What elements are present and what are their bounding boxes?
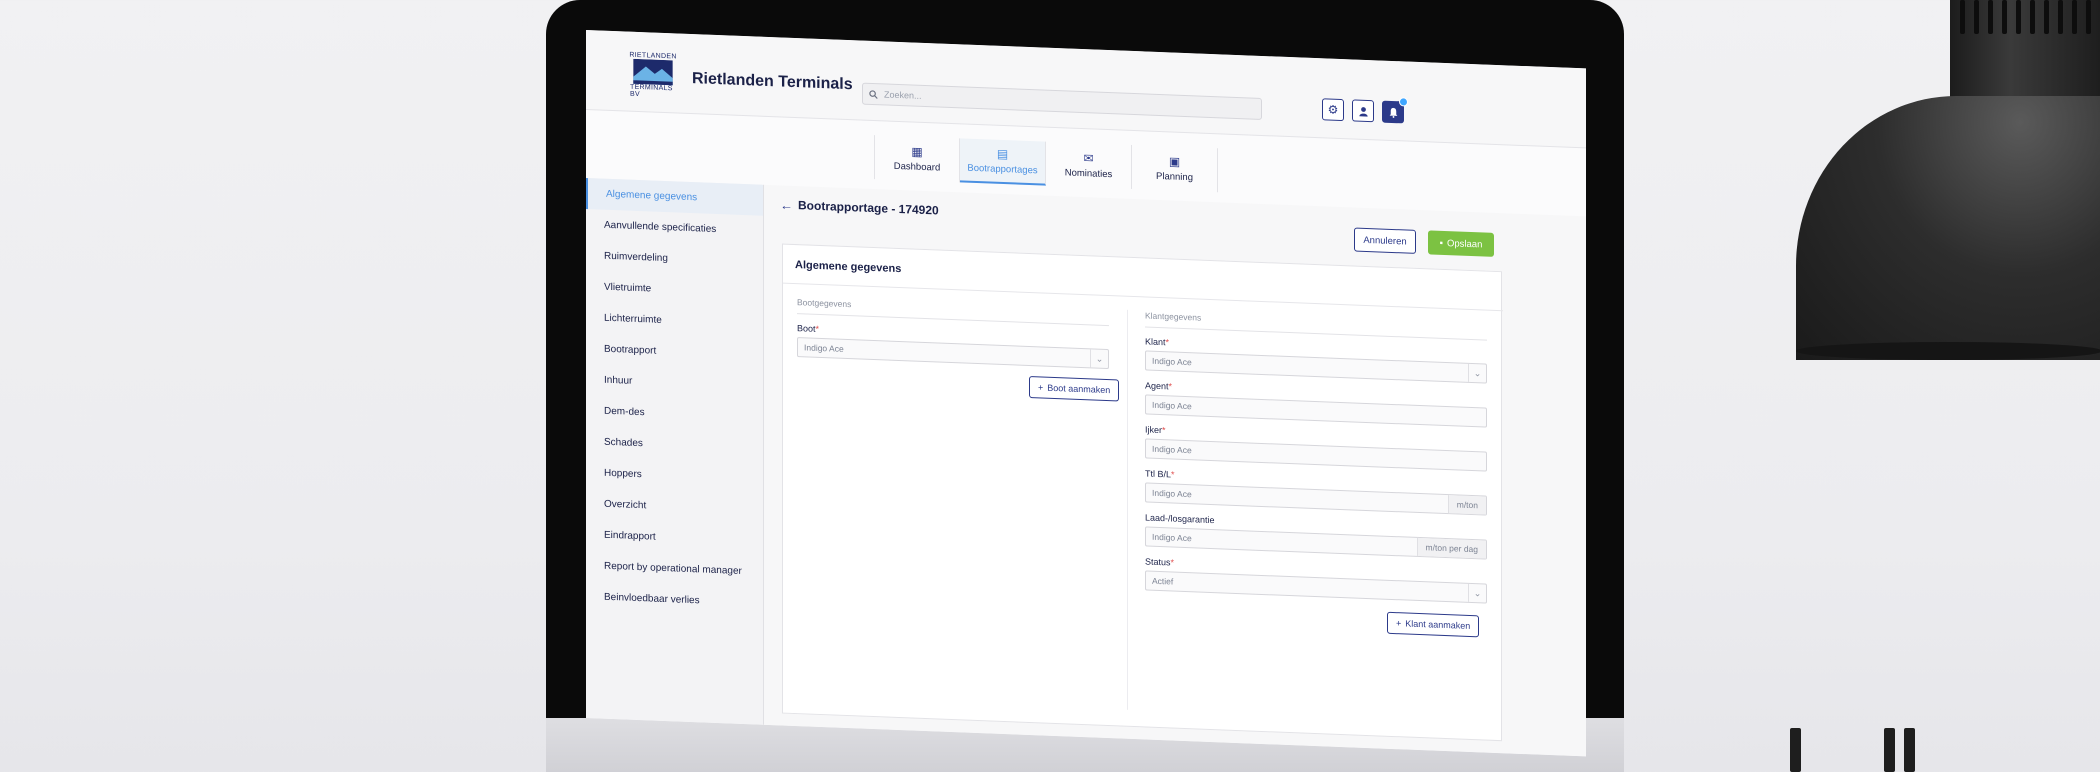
chevron-down-icon: ⌄ [1468, 363, 1486, 383]
divider [797, 313, 1109, 327]
user-icon [1358, 106, 1368, 117]
field-label-laad-losgarantie: Laad-/losgarantie [1145, 512, 1215, 525]
ttl-bl-input[interactable]: Indigo Ace m/ton [1145, 482, 1487, 516]
select-value: Actief [1152, 575, 1174, 587]
required-marker: * [1170, 557, 1175, 568]
required-marker: * [815, 323, 820, 334]
laad-losgarantie-input[interactable]: Indigo Ace m/ton per dag [1145, 526, 1487, 560]
floppy-disk-icon: ▪ [1439, 237, 1443, 249]
app-title: Rietlanden Terminals [692, 70, 853, 94]
pen [1790, 728, 1801, 772]
field-label-agent: Agent* [1145, 380, 1172, 391]
select-value: Indigo Ace [1152, 355, 1192, 368]
logo-mountain-icon [633, 58, 673, 86]
create-boat-button[interactable]: + Boot aanmaken [1029, 376, 1120, 402]
cancel-button[interactable]: Annuleren [1354, 227, 1416, 254]
main-tabs: ▦ Dashboard ▤ Bootrapportages ✉ Nominati… [874, 135, 1218, 193]
input-value: Indigo Ace [1152, 531, 1192, 544]
envelope-icon: ✉ [1083, 151, 1094, 166]
label-text: Klant [1145, 336, 1166, 348]
tab-bootrapportages[interactable]: ▤ Bootrapportages [960, 138, 1046, 186]
search-placeholder: Zoeken... [884, 89, 922, 101]
required-marker: * [1165, 337, 1170, 348]
tab-label: Bootrapportages [967, 162, 1038, 177]
required-marker: * [1162, 425, 1166, 436]
lamp-vents [1954, 0, 2100, 40]
tab-label: Nominaties [1064, 167, 1113, 181]
plus-icon: + [1396, 618, 1402, 629]
document-icon: ▤ [996, 146, 1009, 162]
pen [1884, 728, 1895, 772]
divider [783, 282, 1503, 312]
gear-icon: ⚙ [1327, 102, 1339, 117]
field-label-ijker: Ijker* [1145, 424, 1166, 435]
status-select[interactable]: Actief ⌄ [1145, 570, 1487, 604]
monitor: RIETLANDEN TERMINALS BV Rietlanden Termi… [546, 0, 1624, 772]
field-label-ttl-bl: Ttl B/L* [1145, 468, 1175, 479]
tab-label: Planning [1156, 170, 1193, 184]
label-text: Status [1145, 556, 1171, 568]
input-value: Indigo Ace [1152, 487, 1192, 500]
lamp-shade [1796, 96, 2100, 360]
button-label: Klant aanmaken [1405, 618, 1471, 631]
back-arrow-icon[interactable]: ← [780, 197, 793, 212]
bell-icon [1389, 107, 1397, 118]
unit-suffix: m/ton per dag [1416, 537, 1486, 559]
card-title: Algemene gegevens [795, 259, 902, 276]
chevron-down-icon: ⌄ [1090, 349, 1108, 369]
lamp-rim [1796, 342, 2100, 360]
label-text: Laad-/losgarantie [1145, 512, 1215, 526]
tab-nominaties[interactable]: ✉ Nominaties [1046, 141, 1132, 189]
profile-button[interactable] [1352, 99, 1374, 123]
tab-dashboard[interactable]: ▦ Dashboard [874, 135, 960, 183]
main-content: ← Bootrapportage - 174920 Annuleren ▪ Op… [764, 184, 1586, 757]
company-logo[interactable]: RIETLANDEN TERMINALS BV [629, 52, 676, 100]
settings-button[interactable]: ⚙ [1322, 98, 1344, 122]
tab-label: Dashboard [893, 160, 941, 174]
input-value: Indigo Ace [1152, 443, 1192, 456]
label-text: Ttl B/L [1145, 468, 1172, 480]
notifications-button[interactable] [1382, 97, 1408, 124]
required-marker: * [1168, 381, 1173, 392]
general-info-card: Algemene gegevens Bootgegevens Boot* Ind… [782, 243, 1503, 742]
unit-suffix: m/ton [1447, 495, 1486, 515]
chevron-down-icon: ⌄ [1468, 583, 1486, 603]
plus-icon: + [1038, 382, 1044, 393]
input-value: Indigo Ace [1152, 399, 1192, 412]
button-label: Boot aanmaken [1047, 382, 1111, 396]
field-label-boot: Boot* [797, 323, 819, 334]
klant-select[interactable]: Indigo Ace ⌄ [1145, 350, 1487, 384]
screen: RIETLANDEN TERMINALS BV Rietlanden Termi… [586, 30, 1586, 757]
section-label-klantgegevens: Klantgegevens [1145, 310, 1202, 323]
grid-icon: ▦ [911, 144, 923, 159]
section-label-bootgegevens: Bootgegevens [797, 297, 852, 310]
agent-input[interactable]: Indigo Ace [1145, 394, 1487, 428]
divider [1145, 326, 1487, 341]
logo-text: TERMINALS BV [630, 83, 673, 99]
pen [1904, 728, 1915, 772]
boot-select[interactable]: Indigo Ace ⌄ [797, 337, 1109, 370]
notification-badge [1399, 97, 1408, 107]
save-button[interactable]: ▪ Opslaan [1428, 230, 1494, 257]
sidebar: Algemene gegevens Aanvullende specificat… [586, 178, 764, 725]
label-text: Ijker [1145, 424, 1163, 436]
create-client-button[interactable]: + Klant aanmaken [1387, 611, 1480, 638]
save-label: Opslaan [1446, 237, 1483, 250]
ijker-input[interactable]: Indigo Ace [1145, 438, 1487, 472]
sidebar-item-beinvloedbaar-verlies[interactable]: Beinvloedbaar verlies [586, 581, 763, 619]
label-text: Agent [1145, 380, 1169, 392]
required-marker: * [1171, 469, 1175, 480]
field-label-status: Status* [1145, 556, 1174, 567]
page-title: Bootrapportage - 174920 [798, 198, 939, 218]
search-input[interactable]: Zoeken... [862, 82, 1262, 120]
tab-planning[interactable]: ▣ Planning [1132, 144, 1218, 193]
select-value: Indigo Ace [804, 342, 844, 354]
field-label-klant: Klant* [1145, 336, 1169, 347]
label-text: Boot [797, 323, 816, 334]
column-divider [1127, 309, 1128, 710]
search-icon [869, 89, 878, 99]
calendar-icon: ▣ [1168, 154, 1181, 169]
